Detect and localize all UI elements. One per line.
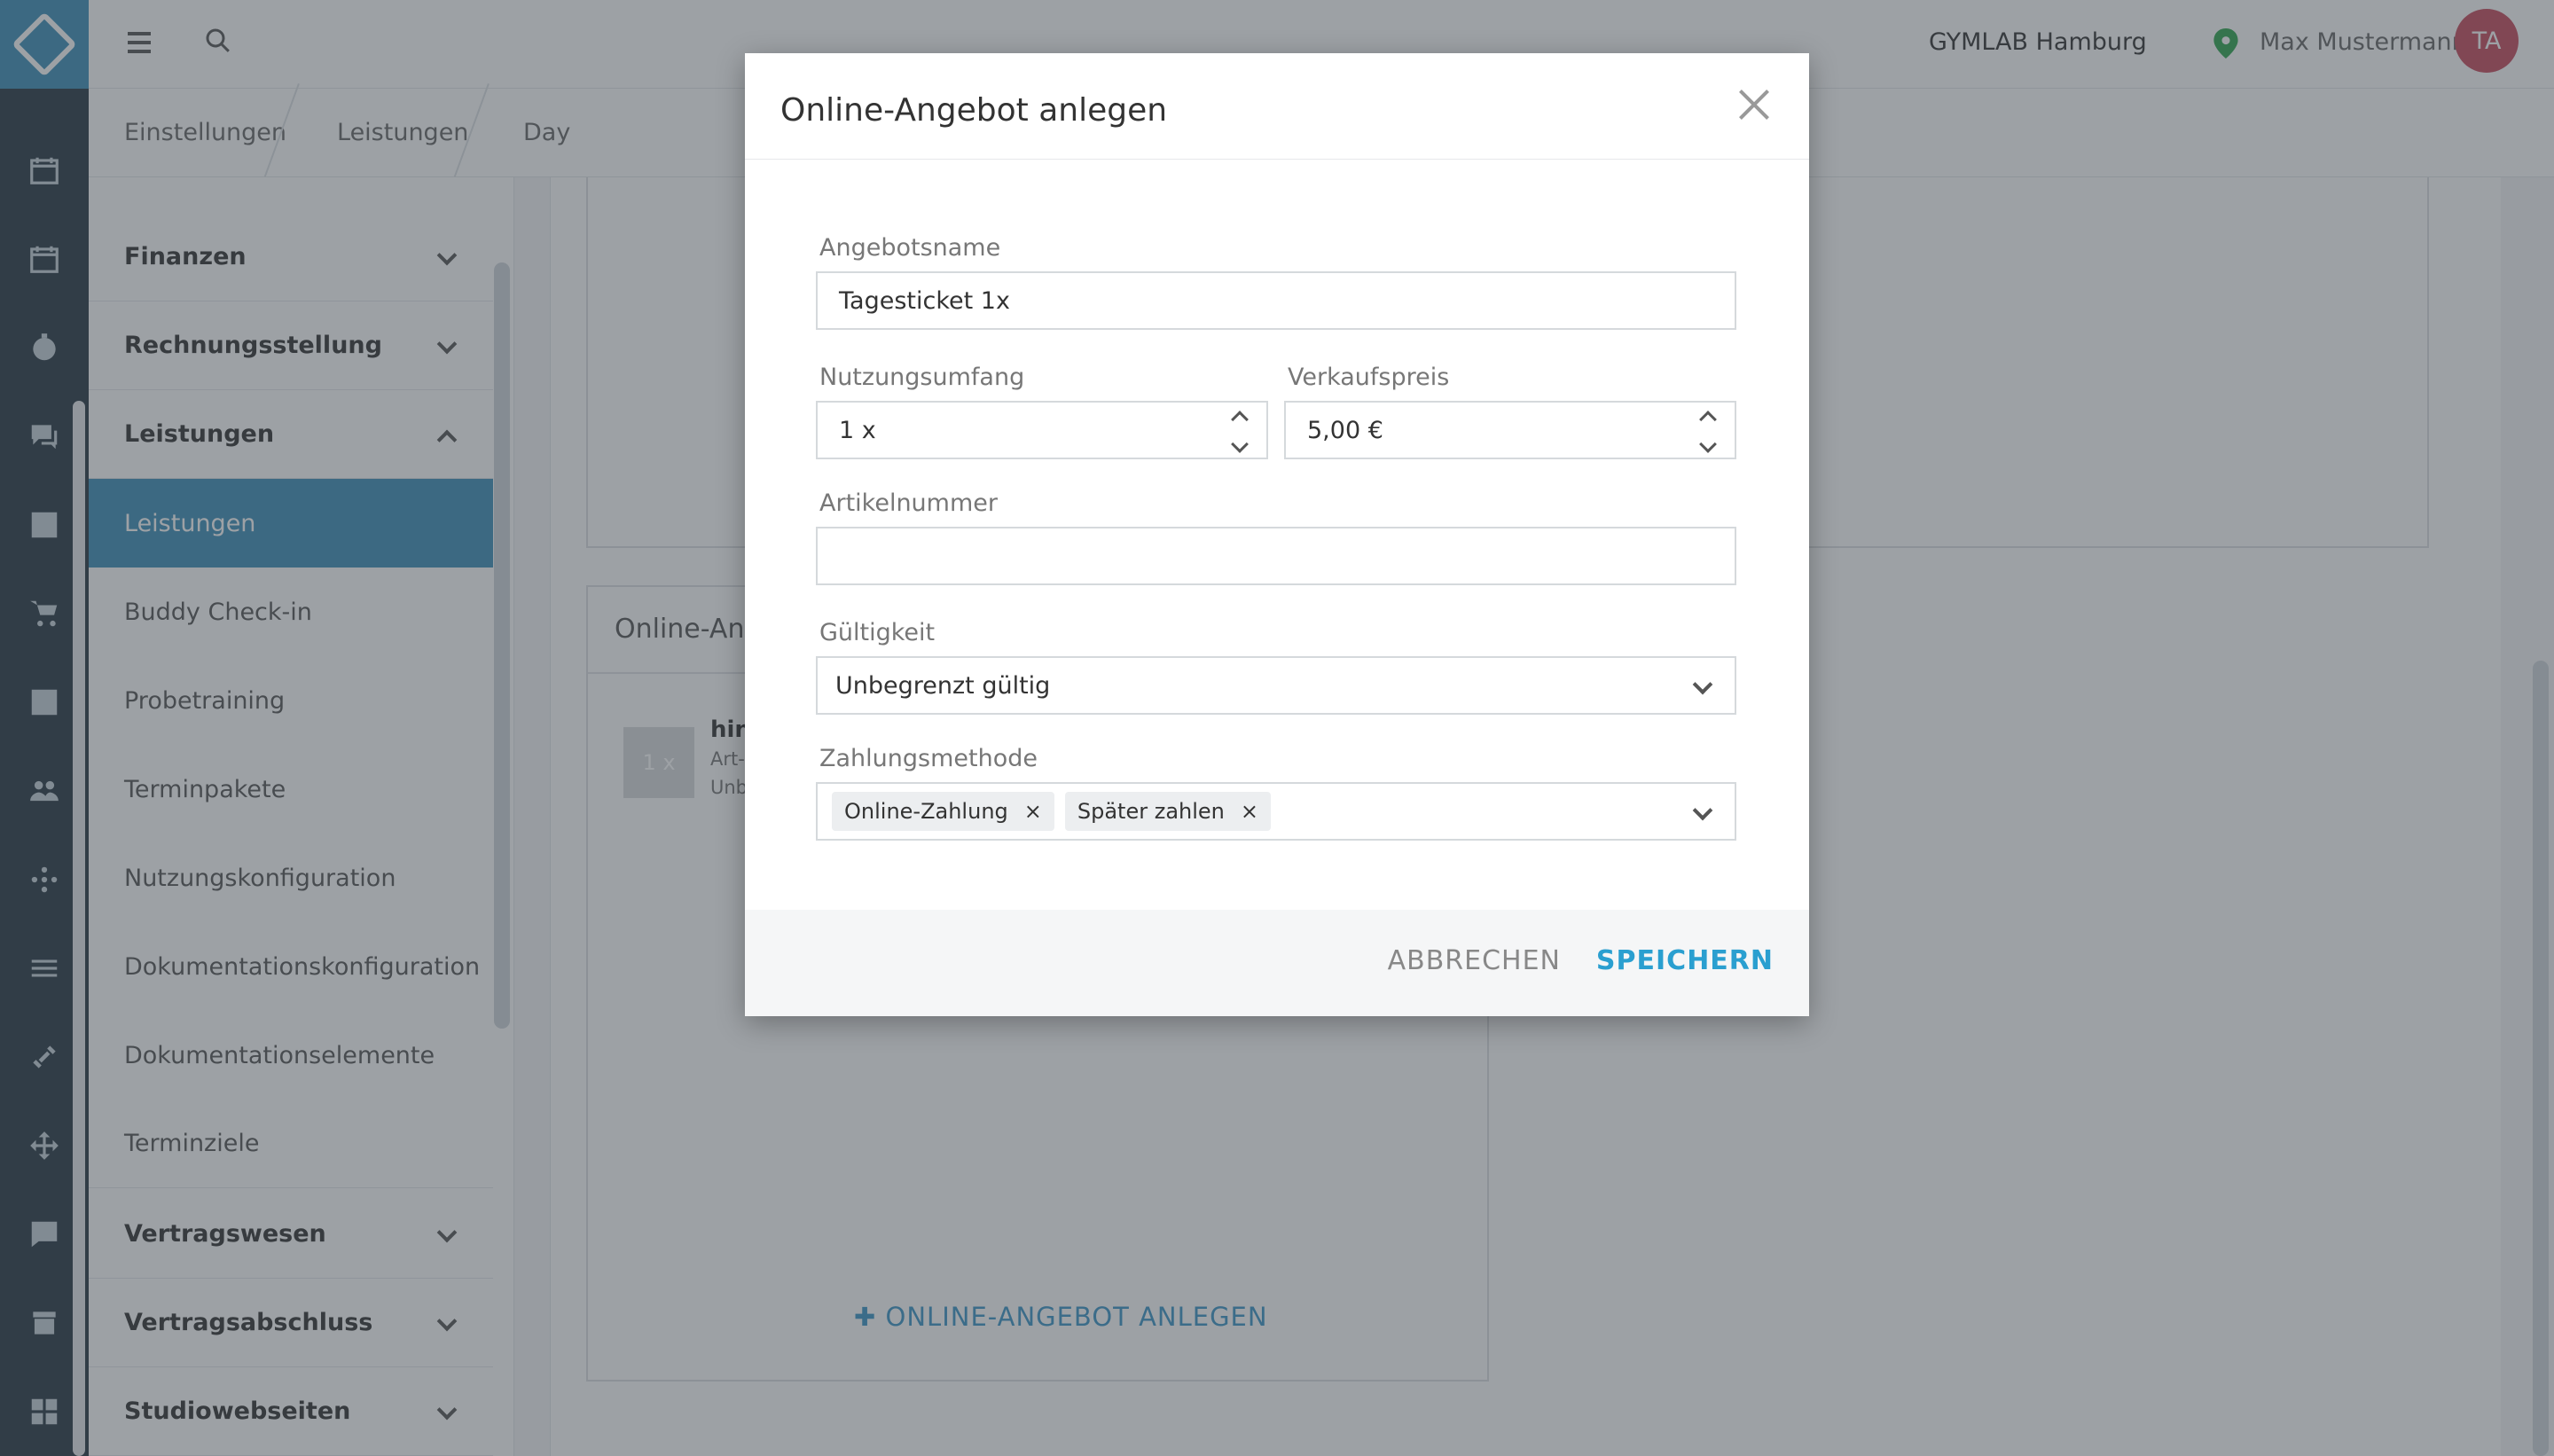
create-online-offer-dialog: Online-Angebot anlegen Angebotsname Tage… (745, 53, 1809, 1016)
dialog-title: Online-Angebot anlegen (780, 92, 1168, 129)
article-number-input[interactable] (816, 527, 1736, 585)
chevron-down-icon (1692, 800, 1713, 821)
chevron-down-icon[interactable] (1231, 435, 1249, 453)
chevron-up-icon[interactable] (1231, 411, 1249, 428)
validity-label: Gültigkeit (819, 619, 936, 646)
payment-chip-later: Später zahlen × (1064, 792, 1271, 831)
offer-name-label: Angebotsname (819, 234, 1001, 262)
chip-label: Später zahlen (1077, 799, 1225, 824)
price-label: Verkaufspreis (1288, 364, 1450, 391)
validity-value: Unbegrenzt gültig (835, 671, 1051, 700)
payment-chip-online: Online-Zahlung × (832, 792, 1054, 831)
cancel-button[interactable]: ABBRECHEN (1388, 945, 1561, 976)
validity-select[interactable]: Unbegrenzt gültig (816, 656, 1736, 715)
dialog-header: Online-Angebot anlegen (745, 53, 1809, 160)
article-number-label: Artikelnummer (819, 489, 998, 517)
price-stepper[interactable]: 5,00 € (1284, 401, 1736, 459)
chevron-up-icon[interactable] (1699, 411, 1717, 428)
chevron-down-icon (1692, 674, 1713, 695)
price-spinner[interactable] (1697, 408, 1719, 454)
remove-chip-icon[interactable]: × (1241, 799, 1258, 824)
usage-spinner[interactable] (1229, 408, 1250, 454)
price-value: 5,00 € (1307, 416, 1383, 444)
usage-stepper[interactable]: 1 x (816, 401, 1268, 459)
remove-chip-icon[interactable]: × (1024, 799, 1042, 824)
close-icon[interactable] (1735, 85, 1774, 124)
payment-method-label: Zahlungsmethode (819, 745, 1038, 772)
chip-label: Online-Zahlung (844, 799, 1008, 824)
offer-name-input[interactable]: Tagesticket 1x (816, 271, 1736, 330)
usage-value: 1 x (839, 416, 876, 444)
payment-method-multiselect[interactable]: Online-Zahlung × Später zahlen × (816, 782, 1736, 841)
save-button[interactable]: SPEICHERN (1596, 945, 1774, 976)
usage-label: Nutzungsumfang (819, 364, 1025, 391)
chevron-down-icon[interactable] (1699, 435, 1717, 453)
dialog-footer: ABBRECHEN SPEICHERN (745, 910, 1809, 1016)
